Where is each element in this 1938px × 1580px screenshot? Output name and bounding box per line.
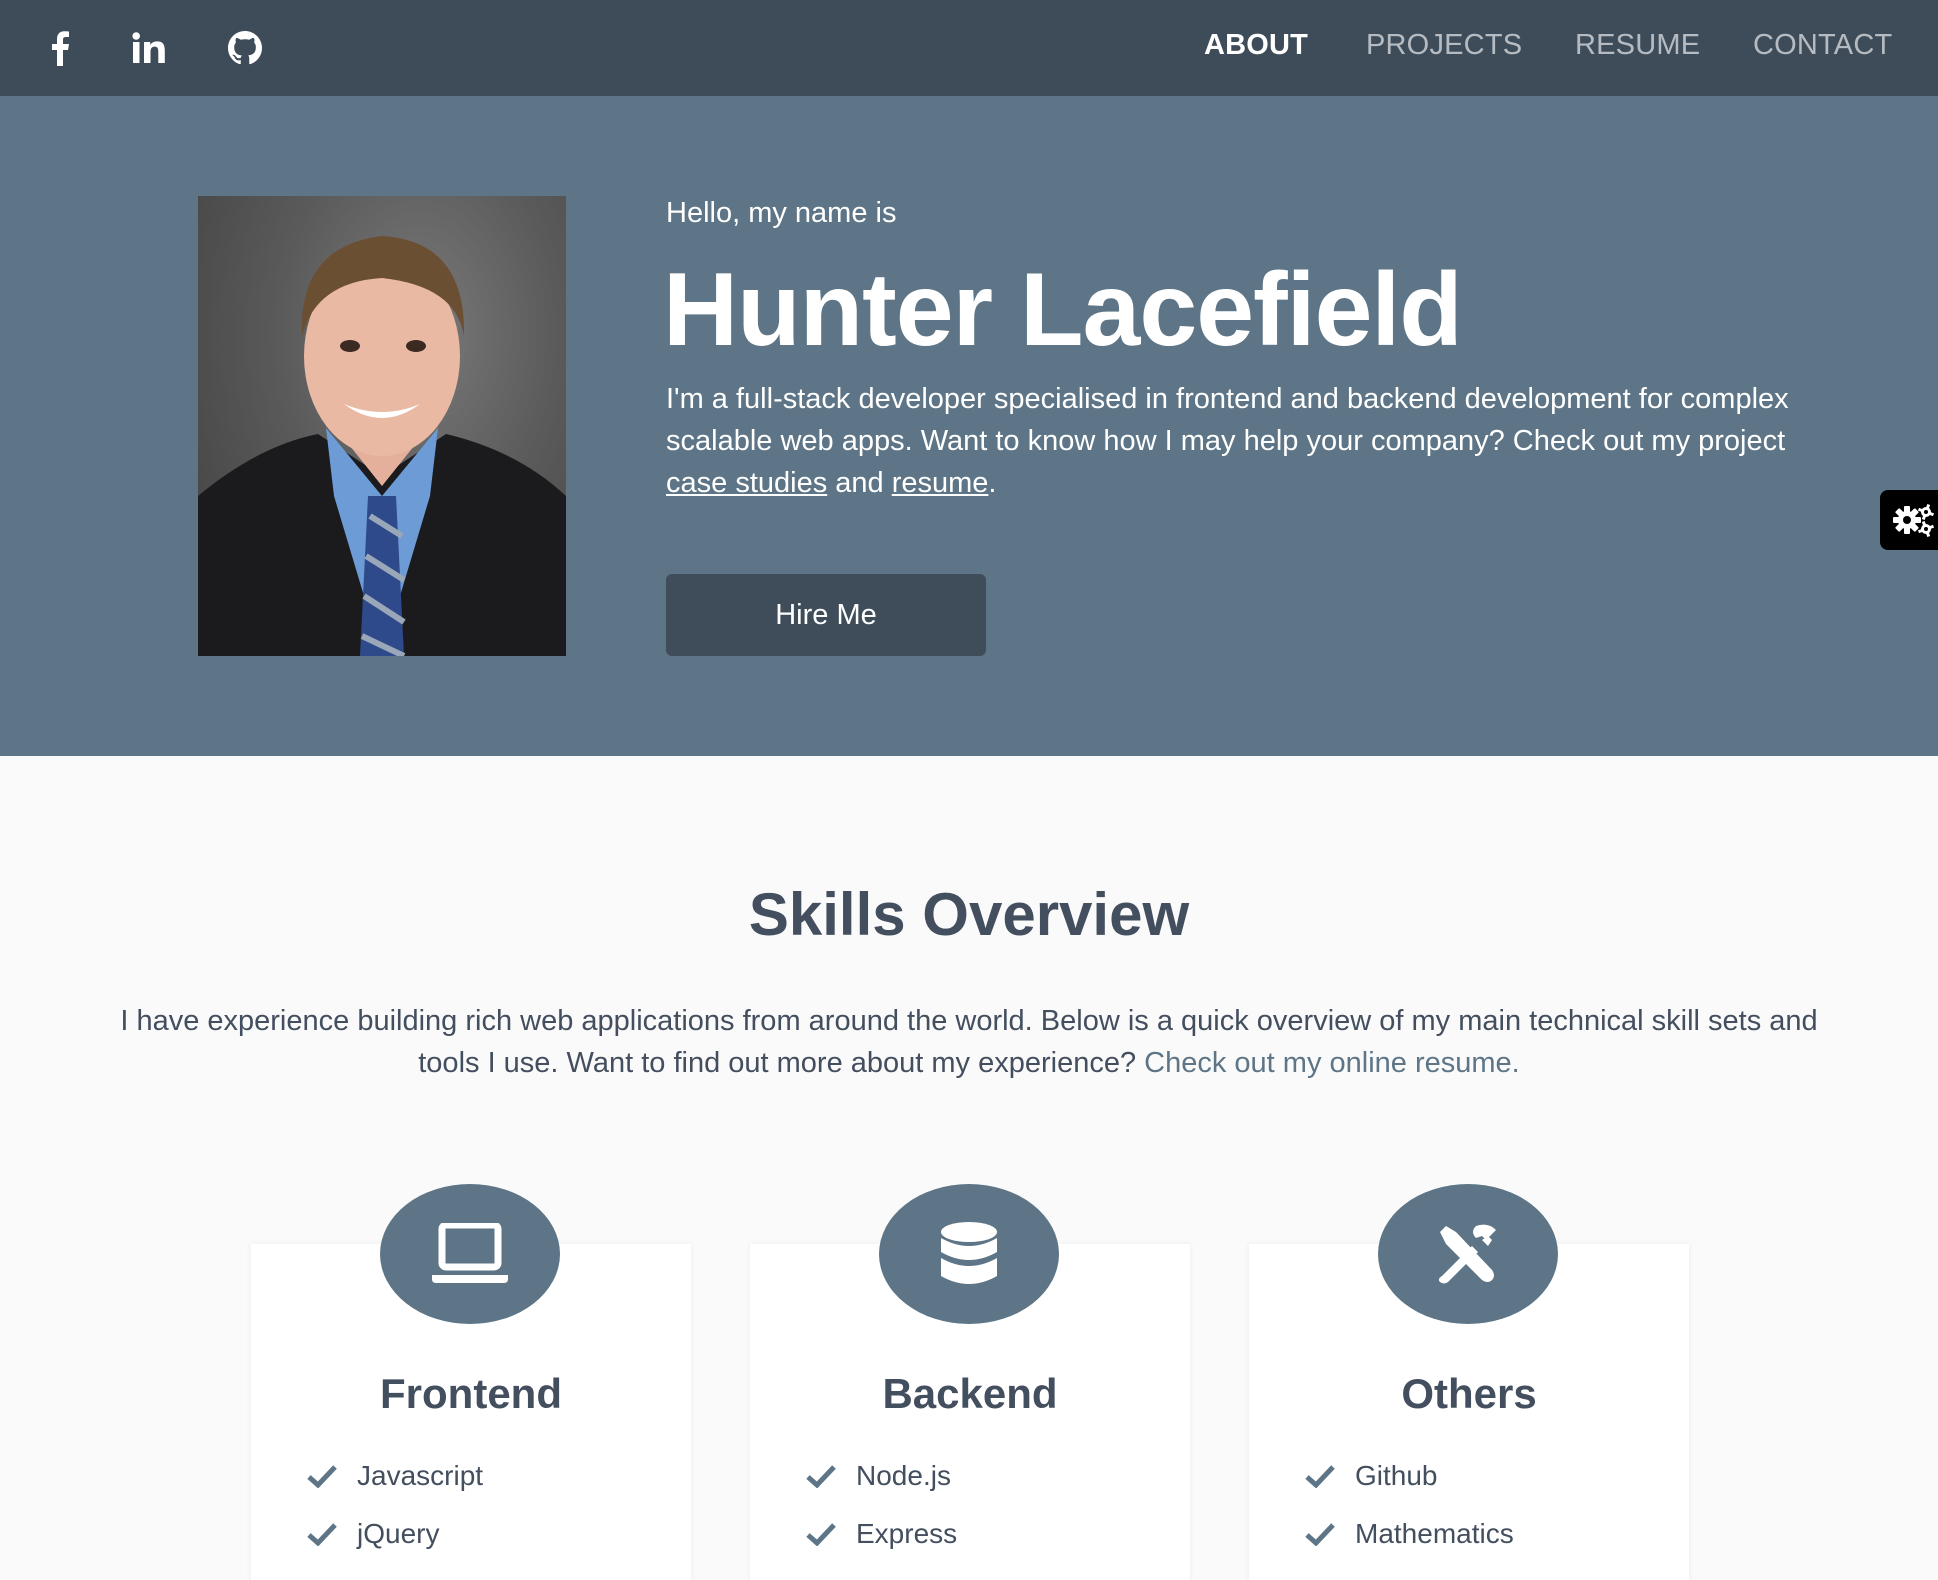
skill-item: Express [806, 1518, 957, 1550]
hero-intro: I'm a full-stack developer specialised i… [666, 378, 1796, 504]
online-resume-link[interactable]: Check out my online resume. [1144, 1047, 1520, 1079]
hero-section: Hello, my name is Hunter Lacefield I'm a… [0, 96, 1938, 756]
hero-intro-end: . [988, 467, 997, 499]
skills-intro: I have experience building rich web appl… [120, 1000, 1818, 1084]
nav-resume[interactable]: RESUME [1575, 0, 1700, 90]
facebook-icon [52, 31, 69, 66]
resume-link[interactable]: resume [892, 467, 989, 499]
skill-icon-badge [1378, 1184, 1558, 1324]
skill-item: Javascript [307, 1460, 483, 1492]
check-icon [806, 1523, 836, 1546]
skill-item-label: Github [1355, 1460, 1438, 1491]
nav-about[interactable]: ABOUT [1204, 0, 1308, 90]
github-icon [228, 31, 262, 65]
skill-item-label: jQuery [357, 1518, 440, 1549]
skill-item-label: Mathematics [1355, 1518, 1514, 1549]
database-icon [941, 1222, 997, 1284]
hero-intro-and: and [827, 467, 892, 499]
check-icon [1305, 1465, 1335, 1488]
skill-card-title: Others [1401, 1370, 1537, 1417]
hire-me-button[interactable]: Hire Me [666, 574, 986, 656]
nav-contact[interactable]: CONTACT [1753, 0, 1892, 90]
hero-intro-text: I'm a full-stack developer specialised i… [666, 383, 1789, 457]
check-icon [1305, 1523, 1335, 1546]
linkedin-icon [132, 32, 165, 63]
check-icon [806, 1465, 836, 1488]
nav-projects[interactable]: PROJECTS [1366, 0, 1522, 90]
skill-item-label: Node.js [856, 1460, 951, 1491]
hero-greeting: Hello, my name is [666, 197, 897, 229]
skill-item-label: Javascript [357, 1460, 484, 1491]
facebook-link[interactable] [30, 0, 90, 96]
skills-title: Skills Overview [748, 881, 1190, 948]
settings-toggle[interactable] [1880, 490, 1938, 550]
skill-item-label: Express [856, 1518, 958, 1549]
skill-item: jQuery [307, 1518, 439, 1550]
skills-intro-text: I have experience building rich web appl… [120, 1005, 1818, 1079]
top-navbar: ABOUT PROJECTS RESUME CONTACT [0, 0, 1938, 96]
skill-card-title: Backend [882, 1370, 1058, 1417]
linkedin-link[interactable] [119, 0, 179, 96]
skill-item: Mathematics [1305, 1518, 1514, 1550]
skill-card-title: Frontend [380, 1370, 562, 1417]
tools-icon [1438, 1224, 1496, 1284]
gears-icon [1893, 503, 1935, 538]
github-link[interactable] [215, 0, 275, 96]
skill-icon-badge [879, 1184, 1059, 1324]
check-icon [307, 1523, 337, 1546]
skill-item: Github [1305, 1460, 1438, 1492]
case-studies-link[interactable]: case studies [666, 467, 827, 499]
profile-photo [198, 196, 566, 656]
check-icon [307, 1465, 337, 1488]
laptop-icon [432, 1223, 508, 1283]
skill-item: Node.js [806, 1460, 951, 1492]
skill-icon-badge [380, 1184, 560, 1324]
hero-name: Hunter Lacefield [663, 252, 1463, 368]
